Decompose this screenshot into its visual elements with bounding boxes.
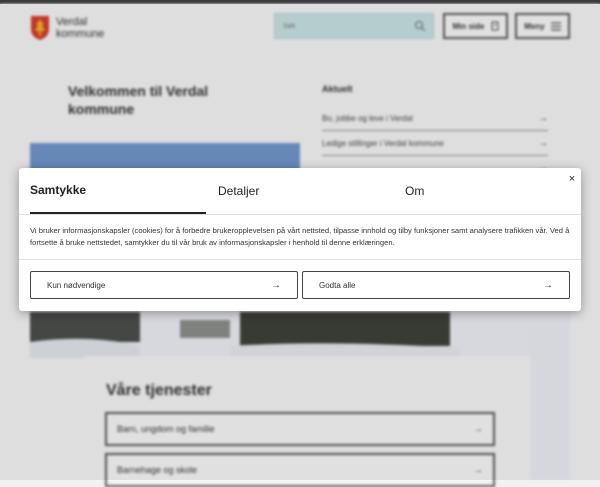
tab-detaljer[interactable]: Detaljer — [218, 168, 259, 214]
news-item[interactable]: Ledige stillinger i Verdal kommune → — [322, 131, 548, 156]
user-icon — [491, 21, 498, 31]
tab-samtykke[interactable]: Samtykke — [30, 168, 206, 214]
news-item[interactable]: Bo, jobbe og leve i Verdal → — [322, 106, 548, 131]
arrow-right-icon: → — [271, 279, 281, 291]
winter-landscape-image — [30, 312, 570, 358]
arrow-right-icon: → — [538, 137, 548, 149]
snow-image-strip — [530, 312, 570, 480]
welcome-heading: Velkommen til Verdal kommune — [68, 83, 209, 117]
news-item-label: Bo, jobbe og leve i Verdal — [322, 113, 413, 123]
logo-line1: Verdal — [56, 16, 88, 28]
min-side-button[interactable]: Min side — [443, 13, 508, 39]
hamburger-icon — [550, 21, 561, 31]
service-label: Barn, ungdom og familie — [117, 424, 215, 434]
arrow-right-icon: → — [538, 112, 548, 124]
divider — [19, 259, 581, 260]
news-item-label: Ledige stillinger i Verdal kommune — [322, 138, 444, 148]
search-icon[interactable] — [414, 20, 426, 32]
service-link[interactable]: Barn, ungdom og familie → — [105, 412, 495, 446]
menu-label: Meny — [524, 21, 545, 31]
services-heading: Våre tjenester — [106, 382, 212, 399]
aktuelt-heading: Aktuelt — [322, 84, 353, 94]
accept-all-button[interactable]: Godta alle → — [302, 271, 570, 299]
site-logo[interactable]: Verdal kommune — [30, 15, 104, 41]
arrow-right-icon: → — [543, 279, 553, 291]
logo-line2: kommune — [56, 28, 105, 40]
only-necessary-label: Kun nødvendige — [47, 280, 106, 290]
arrow-right-icon: → — [473, 464, 483, 476]
min-side-label: Min side — [452, 21, 485, 31]
tab-om[interactable]: Om — [405, 168, 424, 214]
cookie-consent-dialog: Samtykke Detaljer Om × Vi bruker informa… — [19, 168, 581, 311]
close-icon[interactable]: × — [565, 172, 579, 186]
only-necessary-button[interactable]: Kun nødvendige → — [30, 271, 298, 299]
accept-all-label: Godta alle — [319, 280, 356, 290]
search-input[interactable] — [283, 20, 403, 32]
logo-text: Verdal kommune — [56, 16, 104, 40]
menu-button[interactable]: Meny — [515, 13, 570, 39]
service-link[interactable]: Barnehage og skole → — [105, 453, 495, 487]
service-label: Barnehage og skole — [117, 465, 198, 475]
consent-tabs: Samtykke Detaljer Om — [19, 168, 581, 215]
arrow-right-icon: → — [473, 423, 483, 435]
search-box[interactable] — [274, 13, 434, 39]
consent-description: Vi bruker informasjonskapsler (cookies) … — [30, 226, 570, 247]
verdal-crest-icon — [31, 16, 49, 40]
